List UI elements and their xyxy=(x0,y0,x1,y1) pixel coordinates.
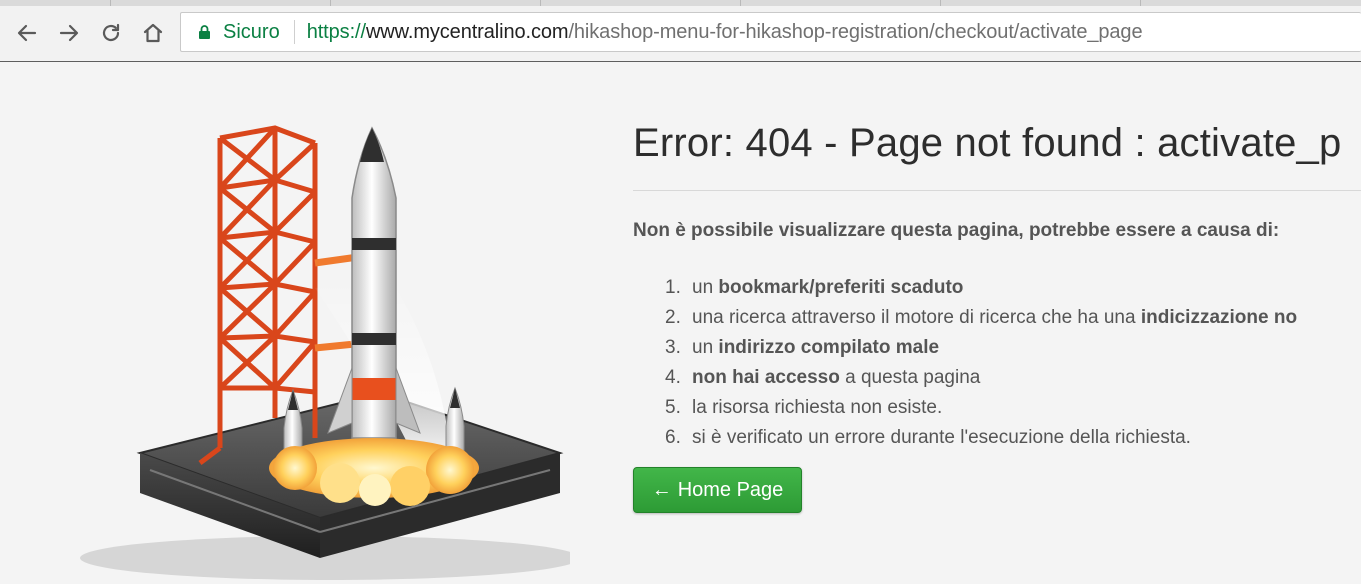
lock-icon xyxy=(199,25,210,39)
list-text-bold: bookmark/preferiti scaduto xyxy=(718,277,964,298)
home-button[interactable] xyxy=(138,18,168,48)
reload-button[interactable] xyxy=(96,18,126,48)
list-number: 6. xyxy=(665,427,681,448)
list-item: 2. una ricerca attraverso il motore di ri… xyxy=(665,303,1297,333)
reload-icon xyxy=(102,23,120,42)
omnibox-divider xyxy=(293,20,295,44)
list-number: 5. xyxy=(665,397,681,418)
list-item: 6. si è verificato un errore durante l'es… xyxy=(665,423,1297,453)
back-button[interactable] xyxy=(12,18,42,48)
browser-toolbar: Sicuro https://www.mycentralino.com/hika… xyxy=(0,6,1361,62)
list-item: 1. un bookmark/preferiti scaduto xyxy=(665,273,1297,303)
page-title: Error: 404 - Page not found : activate_p xyxy=(633,121,1342,165)
reasons-list: 1. un bookmark/preferiti scaduto 2. una ri… xyxy=(665,273,1297,453)
list-text: un xyxy=(692,337,719,358)
home-page-button-label: Home Page xyxy=(677,478,784,501)
list-number: 1. xyxy=(665,277,681,298)
home-icon xyxy=(143,23,163,43)
arrow-right-icon xyxy=(59,24,79,42)
url-path: /hikashop-menu-for-hikashop-registration… xyxy=(568,20,1143,43)
error-lead-text: Non è possibile visualizzare questa pagi… xyxy=(633,220,1280,241)
home-page-button[interactable]: ← Home Page xyxy=(633,467,802,513)
list-text-bold: non hai accesso xyxy=(692,367,840,388)
url-scheme: https:// xyxy=(306,20,366,43)
arrow-left-icon xyxy=(17,24,37,42)
list-item: 4. non hai accesso a questa pagina xyxy=(665,363,1297,393)
rocket-launch-illustration xyxy=(80,125,570,580)
list-text-bold: indicizzazione no xyxy=(1140,307,1298,328)
forward-button[interactable] xyxy=(54,18,84,48)
list-text: la risorsa richiesta non esiste. xyxy=(692,397,943,418)
list-text: si è verificato un errore durante l'esec… xyxy=(692,427,1191,448)
list-text-bold: indirizzo compilato male xyxy=(718,337,940,358)
list-item: 3. un indirizzo compilato male xyxy=(665,333,1297,363)
secure-label[interactable]: Sicuro xyxy=(223,21,280,44)
list-number: 2. xyxy=(665,307,681,328)
address-bar[interactable]: Sicuro https://www.mycentralino.com/hika… xyxy=(180,12,1361,52)
list-number: 4. xyxy=(665,367,681,388)
list-text: un xyxy=(692,277,719,298)
arrow-left-icon: ← xyxy=(651,478,672,501)
url-host: www.mycentralino.com xyxy=(365,20,569,43)
list-text: a questa pagina xyxy=(839,367,981,388)
list-item: 5. la risorsa richiesta non esiste. xyxy=(665,393,1297,423)
url-text[interactable]: https://www.mycentralino.com/hikashop-me… xyxy=(307,21,1143,44)
list-number: 3. xyxy=(665,337,681,358)
title-divider xyxy=(633,190,1361,191)
list-text: una ricerca attraverso il motore di rice… xyxy=(692,307,1141,328)
page-content: Error: 404 - Page not found : activate_p… xyxy=(0,63,1361,584)
